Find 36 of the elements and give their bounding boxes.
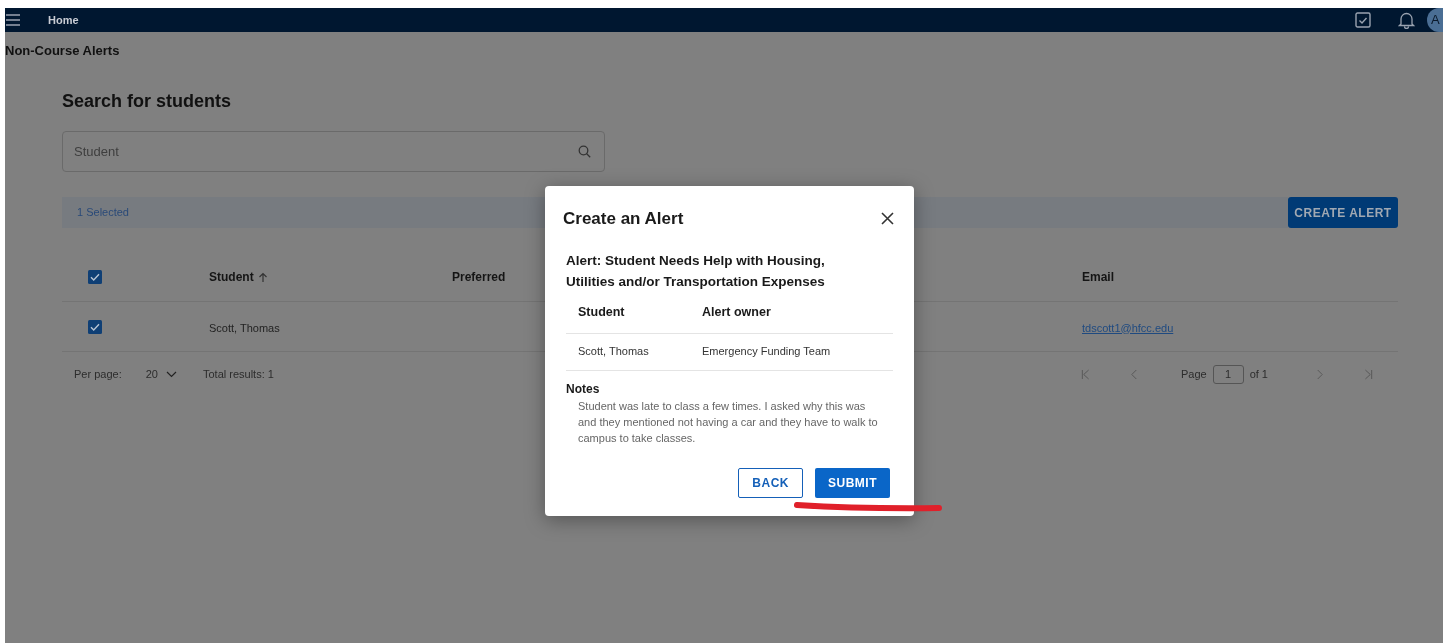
back-button[interactable]: BACK — [738, 467, 803, 498]
search-icon[interactable] — [578, 145, 591, 158]
column-header[interactable]: Email — [1082, 268, 1114, 286]
task-checkbox-icon[interactable] — [1355, 12, 1371, 28]
chevron-down-icon[interactable] — [165, 370, 177, 378]
page-label: Page — [1180, 366, 1207, 382]
checkbox[interactable] — [88, 319, 102, 334]
menu-icon[interactable] — [6, 14, 20, 26]
total-results: Total results: 1 — [202, 366, 274, 382]
page-number-field[interactable]: 1 — [1212, 364, 1244, 384]
create-alert-button[interactable]: CREATE ALERT — [1288, 197, 1398, 228]
avatar[interactable]: A — [1427, 8, 1443, 32]
column-header[interactable]: Student — [209, 268, 254, 286]
page-title: Non-Course Alerts — [5, 44, 121, 58]
checkbox[interactable] — [88, 270, 102, 284]
selection-count: 1 Selected — [77, 205, 129, 221]
bell-icon[interactable] — [1398, 11, 1415, 29]
notes-label: Notes — [566, 380, 601, 398]
column-header: Student — [578, 303, 626, 321]
column-header[interactable]: Preferred — [452, 268, 506, 286]
alert-title: Alert: Student Needs Help with Housing, Utilities and/or Transportation Expenses — [566, 251, 826, 291]
per-page-select[interactable]: 20 — [145, 365, 177, 383]
search-field[interactable]: Student — [62, 131, 605, 172]
section-heading: Search for students — [62, 90, 233, 112]
per-page-label: Per page: — [74, 366, 122, 382]
column-header: Alert owner — [702, 303, 771, 321]
notes-text: Student was late to class a few times. I asked why this was and they mentioned not having a car and they have to walk to campus to take classes. — [578, 398, 879, 446]
table-cell-text: Scott, Thomas — [578, 344, 650, 360]
sort-up-arrow-icon[interactable] — [257, 271, 268, 283]
table-cell-text: Emergency Funding Team — [702, 344, 831, 360]
table-cell: Scott, Thomas — [209, 321, 280, 334]
nav-title[interactable]: Home — [48, 11, 79, 29]
dialog-title: Create an Alert — [563, 208, 684, 230]
close-icon[interactable] — [881, 212, 894, 226]
submit-button[interactable]: SUBMIT — [815, 467, 890, 498]
page-count: of 1 — [1249, 366, 1268, 382]
